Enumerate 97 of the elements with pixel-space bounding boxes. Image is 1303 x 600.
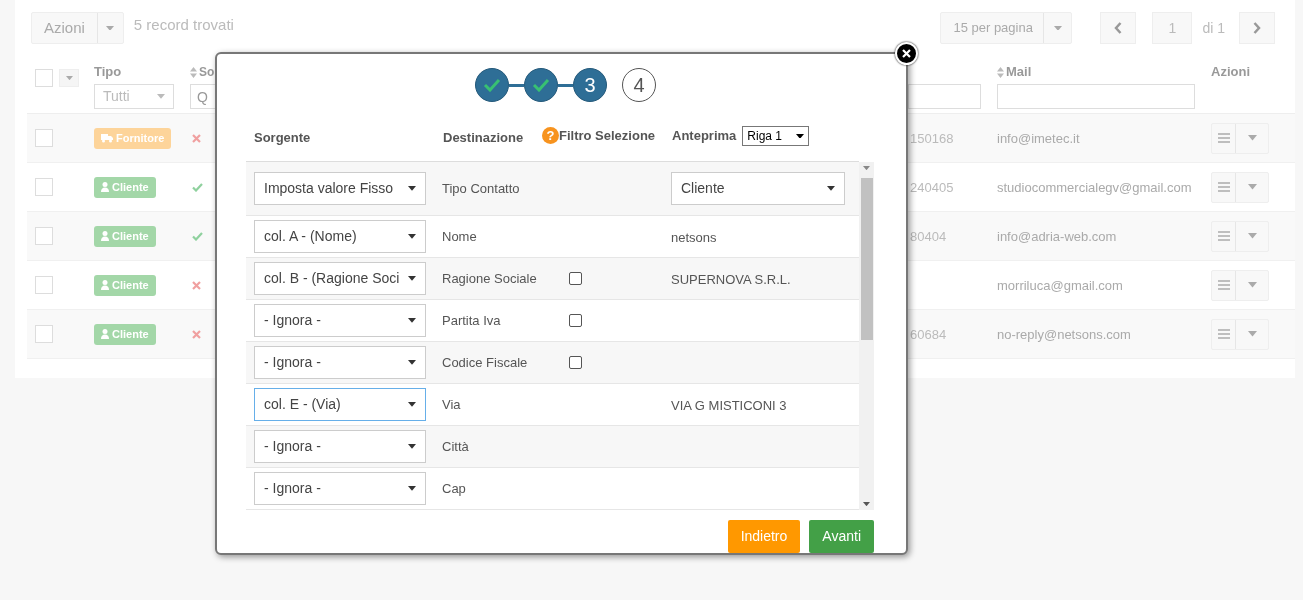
caret-icon (1247, 135, 1257, 141)
select-all-checkbox[interactable] (35, 69, 53, 87)
phone-cell: 80404 (910, 229, 947, 244)
menu-icon (1217, 280, 1230, 290)
type-badge: Cliente (94, 274, 156, 296)
caret-icon (408, 186, 416, 191)
column-header: Azioni (1211, 63, 1250, 82)
check-icon (483, 78, 501, 92)
type-badge: Fornitore (94, 127, 172, 149)
checkbox[interactable] (569, 314, 582, 327)
filter-field[interactable] (908, 84, 981, 109)
dropdown[interactable]: - Ignora - (254, 430, 426, 463)
checkbox[interactable] (569, 272, 582, 285)
dropdown[interactable]: - Ignora - (254, 346, 426, 379)
mail-cell: studiocommercialegv@gmail.com (997, 180, 1192, 195)
caret-icon (1247, 184, 1257, 190)
scrollbar[interactable] (859, 162, 874, 510)
preview-value: VIA G MISTICONI 3 (671, 397, 787, 413)
step-indicator: 4 (622, 68, 656, 102)
column-header: Tipo (94, 63, 122, 82)
chevron-left-icon (1114, 22, 1123, 34)
caret-icon (796, 133, 805, 139)
dropdown[interactable]: Imposta valore Fisso (254, 172, 426, 205)
destination-field-label: Via (441, 395, 462, 414)
user-icon (101, 231, 109, 241)
phone-cell: 60684 (910, 327, 947, 342)
preview-value: netsons (671, 229, 717, 245)
row-checkbox[interactable] (35, 129, 53, 147)
user-icon (101, 329, 109, 339)
destination-field-label: Codice Fiscale (441, 353, 529, 372)
caret-icon (827, 186, 835, 191)
caret-icon (1053, 25, 1062, 31)
caret-icon (65, 75, 73, 81)
chevron-right-icon (1253, 22, 1261, 34)
row-checkbox[interactable] (35, 276, 53, 294)
record-count: 5 record trovati (133, 14, 234, 35)
step-indicator: 3 (573, 68, 607, 102)
sort-icon (997, 66, 1004, 78)
dropdown[interactable]: col. B - (Ragione Soci (254, 262, 426, 295)
phone-cell: 150168 (910, 131, 954, 146)
destination-field-label: Nome (441, 227, 478, 246)
user-icon (101, 182, 109, 192)
caret-icon (408, 486, 416, 491)
destination-field-label: Cap (441, 479, 467, 498)
mail-cell: morriluca@gmail.com (997, 278, 1123, 293)
caret-icon (106, 25, 115, 31)
truck-icon (101, 133, 113, 143)
row-checkbox[interactable] (35, 227, 53, 245)
close-icon (902, 49, 911, 58)
column-header: Destinazione (442, 129, 525, 147)
destination-field-label: Città (441, 437, 470, 456)
menu-icon (1217, 133, 1230, 143)
mail-cell: no-reply@netsons.com (997, 327, 1131, 342)
check-icon (532, 78, 550, 92)
preview-value: SUPERNOVA S.R.L. (671, 271, 791, 287)
caret-icon (408, 444, 416, 449)
column-header: Anteprima (672, 127, 737, 146)
dropdown[interactable]: Cliente (671, 172, 845, 205)
type-badge: Cliente (94, 225, 156, 247)
destination-field-label: Tipo Contatto (441, 179, 521, 198)
menu-icon (1217, 182, 1230, 192)
caret-icon (408, 234, 416, 239)
row-checkbox[interactable] (35, 325, 53, 343)
caret-icon (1247, 331, 1257, 337)
caret-icon (1247, 282, 1257, 288)
caret-icon (157, 94, 165, 99)
dropdown[interactable]: col. A - (Nome) (254, 220, 426, 253)
user-icon (101, 280, 109, 290)
caret-icon (1247, 233, 1257, 239)
sort-icon (190, 66, 197, 78)
checkbox[interactable] (569, 356, 582, 369)
phone-cell: 240405 (910, 180, 954, 195)
row-checkbox[interactable] (35, 178, 53, 196)
menu-icon (1217, 231, 1230, 241)
previous-page-button[interactable] (1100, 12, 1137, 44)
column-header: Filtro Selezione (559, 127, 656, 145)
type-badge: Cliente (94, 323, 156, 345)
dropdown[interactable]: - Ignora - (254, 304, 426, 337)
dropdown[interactable]: - Ignora - (254, 472, 426, 505)
caret-icon (863, 501, 870, 506)
preview-row-dropdown[interactable]: Riga 1 (742, 126, 810, 146)
caret-icon (408, 318, 416, 323)
mail-cell: info@imetec.it (997, 131, 1080, 146)
dropdown[interactable]: col. E - (Via) (254, 388, 426, 421)
column-header: Sorgente (253, 129, 312, 147)
mail-cell: info@adria-web.com (997, 229, 1117, 244)
caret-icon (408, 402, 416, 407)
filter-field[interactable] (997, 84, 1195, 109)
type-badge: Cliente (94, 176, 156, 198)
caret-icon (863, 166, 870, 171)
caret-icon (408, 276, 416, 281)
page-total: di 1 (1202, 18, 1225, 38)
destination-field-label: Ragione Sociale (441, 269, 538, 288)
next-page-button[interactable] (1239, 12, 1275, 44)
menu-icon (1217, 329, 1230, 339)
destination-field-label: Partita Iva (441, 311, 502, 330)
selection-dropdown-button[interactable] (59, 69, 79, 87)
